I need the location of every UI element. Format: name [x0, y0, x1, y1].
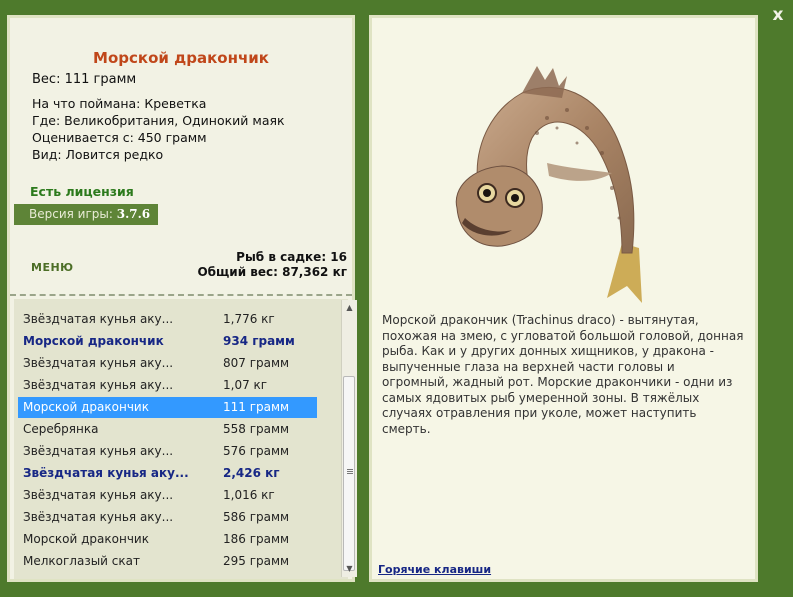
list-item-name: Звёздчатая кунья аку... [23, 466, 189, 480]
list-item-weight: 295 грамм [223, 554, 290, 568]
list-item[interactable]: Морской дракончик 111 грамм [18, 397, 317, 418]
list-item[interactable]: Звёздчатая кунья аку... 1,016 кг [18, 485, 317, 506]
list-item-weight: 934 грамм [223, 334, 295, 348]
list-item-weight: 186 грамм [223, 532, 290, 546]
list-item-weight: 558 грамм [223, 422, 290, 436]
scroll-up-icon[interactable]: ▲ [342, 300, 357, 315]
list-item-name: Морской дракончик [23, 532, 149, 546]
hotkeys-link[interactable]: Горячие клавиши [378, 563, 491, 576]
fish-title: Морской дракончик [93, 49, 269, 67]
list-item[interactable]: Звёздчатая кунья аку... 807 грамм [18, 353, 317, 374]
list-item-name: Звёздчатая кунья аку... [23, 378, 174, 392]
catch-list[interactable]: Звёздчатая кунья аку... 1,776 кг Морской д… [14, 299, 357, 579]
list-item[interactable]: Серебрянка 558 грамм [18, 419, 317, 440]
fish-image [455, 66, 642, 303]
list-item-weight: 1,07 кг [223, 378, 268, 392]
bait-info: На что поймана: Креветка [32, 96, 207, 111]
version-value: 3.7.6 [116, 207, 151, 221]
list-item-name: Серебрянка [23, 422, 99, 436]
list-item-weight: 576 грамм [223, 444, 290, 458]
fish-info-panel: Морской дракончик Вес: 111 грамм На что … [7, 15, 357, 582]
list-item-weight: 1,776 кг [223, 312, 275, 326]
list-item-weight: 586 грамм [223, 510, 290, 524]
list-item[interactable]: Морской дракончик 186 грамм [18, 529, 317, 550]
list-item[interactable]: Звёздчатая кунья аку... 1,776 кг [18, 309, 317, 330]
fish-description: Морской дракончик (Trachinus draco) - вы… [382, 313, 744, 436]
version-bar: Версия игры: 3.7.6 [14, 204, 158, 225]
grip-line [347, 473, 353, 474]
list-item[interactable]: Морской дракончик 934 грамм [18, 331, 317, 352]
scroll-down-icon[interactable]: ▼ [342, 561, 357, 576]
list-item[interactable]: Мелкоглазый скат 295 грамм [18, 551, 317, 572]
fish-weight: Вес: 111 грамм [32, 72, 137, 87]
value-info: Оценивается с: 450 грамм [32, 130, 207, 145]
list-item-name: Звёздчатая кунья аку... [23, 444, 174, 458]
license-status: Есть лицензия [30, 184, 134, 199]
list-item-name: Морской дракончик [23, 334, 164, 348]
list-item-name: Морской дракончик [23, 400, 149, 414]
divider [10, 294, 352, 296]
close-icon[interactable]: x [769, 5, 787, 25]
list-item-name: Звёздчатая кунья аку... [23, 510, 174, 524]
grip-line [347, 469, 353, 470]
list-item-weight: 807 грамм [223, 356, 290, 370]
keepnet-stats: Рыб в садке: 16 Общий вес: 87,362 кг [197, 250, 347, 280]
total-weight: Общий вес: 87,362 кг [197, 265, 347, 279]
list-item-name: Мелкоглазый скат [23, 554, 140, 568]
fish-detail-panel: Морской дракончик (Trachinus draco) - вы… [369, 15, 758, 582]
list-item-name: Звёздчатая кунья аку... [23, 312, 174, 326]
list-item-weight: 111 грамм [223, 400, 290, 414]
list-item[interactable]: Звёздчатая кунья аку... 586 грамм [18, 507, 317, 528]
list-item-name: Звёздчатая кунья аку... [23, 488, 174, 502]
version-label: Версия игры: [29, 207, 113, 221]
grip-line [347, 471, 353, 472]
scroll-thumb[interactable] [343, 376, 355, 571]
scrollbar[interactable]: ▲ ▼ [341, 300, 357, 577]
list-item[interactable]: Звёздчатая кунья аку... 576 грамм [18, 441, 317, 462]
list-item-weight: 1,016 кг [223, 488, 275, 502]
fish-count: Рыб в садке: 16 [236, 250, 347, 264]
list-item[interactable]: Звёздчатая кунья аку... 2,426 кг [18, 463, 317, 484]
rarity-info: Вид: Ловится редко [32, 147, 164, 162]
list-item-name: Звёздчатая кунья аку... [23, 356, 174, 370]
list-item-weight: 2,426 кг [223, 466, 280, 480]
location-info: Где: Великобритания, Одинокий маяк [32, 113, 285, 128]
menu-button[interactable]: МЕНЮ [31, 261, 74, 274]
list-item[interactable]: Звёздчатая кунья аку... 1,07 кг [18, 375, 317, 396]
